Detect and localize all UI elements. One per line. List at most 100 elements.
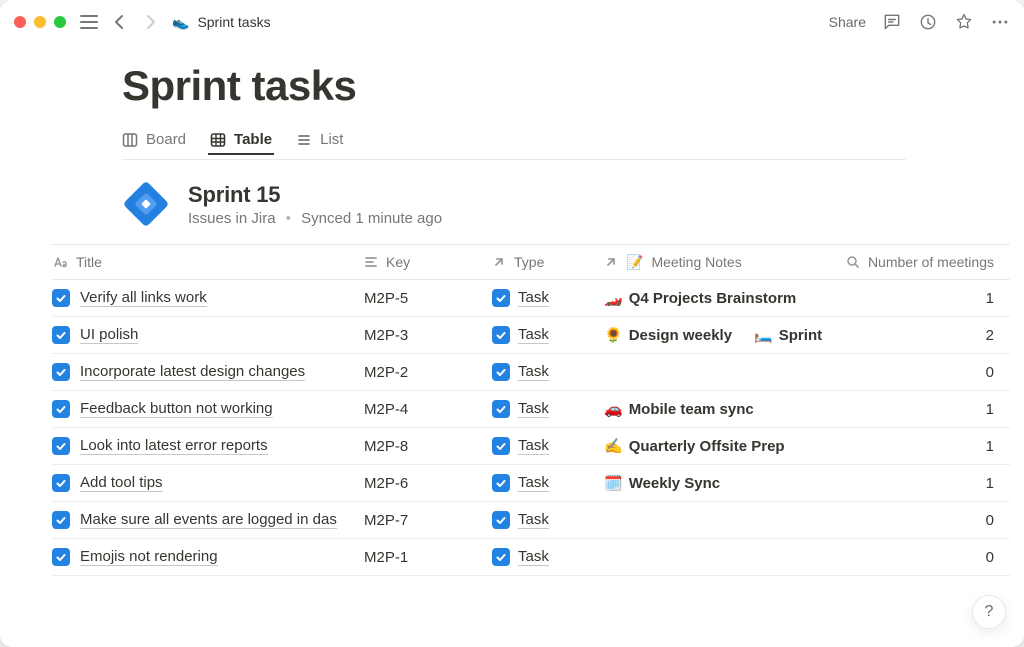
- cell-meetings: 1: [830, 475, 1000, 492]
- cell-key: M2P-6: [364, 475, 492, 492]
- cell-type: Task: [492, 437, 604, 455]
- key-text: M2P-6: [364, 475, 408, 492]
- table-row[interactable]: Feedback button not working M2P-4 Task 🚗…: [52, 391, 1010, 428]
- th-title[interactable]: Title: [52, 245, 364, 279]
- key-text: M2P-4: [364, 401, 408, 418]
- table-icon: [210, 132, 226, 148]
- th-key[interactable]: Key: [364, 245, 492, 279]
- cell-meetings: 1: [830, 290, 1000, 307]
- note-emoji-icon: 🌻: [604, 326, 623, 344]
- type-pill[interactable]: Task: [492, 289, 549, 307]
- title-text[interactable]: Look into latest error reports: [80, 437, 268, 455]
- tab-table-label: Table: [234, 131, 272, 148]
- type-pill[interactable]: Task: [492, 548, 549, 566]
- th-type[interactable]: Type: [492, 245, 604, 279]
- type-check-icon: [492, 548, 510, 566]
- table-row[interactable]: Incorporate latest design changes M2P-2 …: [52, 354, 1010, 391]
- type-pill[interactable]: Task: [492, 437, 549, 455]
- table-row[interactable]: Verify all links work M2P-5 Task 🏎️ Q4 P…: [52, 280, 1010, 317]
- type-check-icon: [492, 363, 510, 381]
- note-emoji-icon: 🛏️: [754, 326, 773, 344]
- checkbox-icon[interactable]: [52, 289, 70, 307]
- cell-key: M2P-3: [364, 327, 492, 344]
- notes-emoji-icon: 📝: [626, 254, 643, 271]
- checkbox-icon[interactable]: [52, 326, 70, 344]
- table-row[interactable]: Emojis not rendering M2P-1 Task 0: [52, 539, 1010, 576]
- cell-notes: ✍️ Quarterly Offsite Prep: [604, 437, 830, 455]
- checkbox-icon[interactable]: [52, 437, 70, 455]
- maximize-window-icon[interactable]: [54, 16, 66, 28]
- type-text: Task: [518, 326, 549, 344]
- th-notes[interactable]: 📝 Meeting Notes: [604, 245, 830, 279]
- note-text: Weekly Sync: [629, 475, 720, 492]
- cell-key: M2P-4: [364, 401, 492, 418]
- th-notes-label: Meeting Notes: [651, 254, 741, 270]
- cell-notes: 🌻 Design weekly 🛏️ Sprint: [604, 326, 830, 344]
- minimize-window-icon[interactable]: [34, 16, 46, 28]
- source-sub1: Issues in Jira: [188, 210, 276, 227]
- title-text[interactable]: UI polish: [80, 326, 138, 344]
- checkbox-icon[interactable]: [52, 548, 70, 566]
- cell-title: Make sure all events are logged in das: [52, 511, 364, 529]
- cell-meetings: 1: [830, 401, 1000, 418]
- board-icon: [122, 132, 138, 148]
- history-icon[interactable]: [918, 12, 938, 32]
- checkbox-icon[interactable]: [52, 511, 70, 529]
- title-text[interactable]: Add tool tips: [80, 474, 163, 492]
- forward-icon[interactable]: [142, 14, 158, 30]
- meetings-count: 1: [986, 401, 994, 418]
- type-pill[interactable]: Task: [492, 363, 549, 381]
- type-pill[interactable]: Task: [492, 474, 549, 492]
- help-button[interactable]: ?: [972, 595, 1006, 629]
- type-pill[interactable]: Task: [492, 326, 549, 344]
- meeting-note[interactable]: ✍️ Quarterly Offsite Prep: [604, 437, 785, 455]
- type-check-icon: [492, 437, 510, 455]
- meeting-note[interactable]: 🗓️ Weekly Sync: [604, 474, 720, 492]
- star-icon[interactable]: [954, 12, 974, 32]
- type-check-icon: [492, 326, 510, 344]
- table-row[interactable]: Add tool tips M2P-6 Task 🗓️ Weekly Sync …: [52, 465, 1010, 502]
- title-text[interactable]: Make sure all events are logged in das: [80, 511, 337, 529]
- th-meetings[interactable]: Number of meetings: [830, 245, 1000, 279]
- title-text[interactable]: Verify all links work: [80, 289, 207, 307]
- table-row[interactable]: Look into latest error reports M2P-8 Tas…: [52, 428, 1010, 465]
- more-icon[interactable]: [990, 12, 1010, 32]
- cell-key: M2P-5: [364, 290, 492, 307]
- cell-title: Look into latest error reports: [52, 437, 364, 455]
- comments-icon[interactable]: [882, 12, 902, 32]
- meeting-note[interactable]: 🚗 Mobile team sync: [604, 400, 754, 418]
- title-text[interactable]: Incorporate latest design changes: [80, 363, 305, 381]
- checkbox-icon[interactable]: [52, 363, 70, 381]
- table-row[interactable]: Make sure all events are logged in das M…: [52, 502, 1010, 539]
- cell-title: UI polish: [52, 326, 364, 344]
- lines-icon: [364, 255, 378, 269]
- cell-notes: 🚗 Mobile team sync: [604, 400, 830, 418]
- tab-table[interactable]: Table: [210, 125, 272, 154]
- share-button[interactable]: Share: [829, 14, 866, 30]
- title-text[interactable]: Emojis not rendering: [80, 548, 218, 566]
- cell-title: Add tool tips: [52, 474, 364, 492]
- type-text: Task: [518, 511, 549, 529]
- title-text[interactable]: Feedback button not working: [80, 400, 273, 418]
- table-row[interactable]: UI polish M2P-3 Task 🌻 Design weekly 🛏️ …: [52, 317, 1010, 354]
- meeting-note[interactable]: 🌻 Design weekly: [604, 326, 732, 344]
- meeting-note[interactable]: 🛏️ Sprint: [754, 326, 822, 344]
- checkbox-icon[interactable]: [52, 474, 70, 492]
- menu-icon[interactable]: [80, 15, 98, 29]
- meeting-note[interactable]: 🏎️ Q4 Projects Brainstorm: [604, 289, 796, 307]
- note-emoji-icon: ✍️: [604, 437, 623, 455]
- type-pill[interactable]: Task: [492, 511, 549, 529]
- tab-list[interactable]: List: [296, 125, 343, 154]
- topbar-right: Share: [829, 12, 1010, 32]
- cell-title: Feedback button not working: [52, 400, 364, 418]
- list-icon: [296, 132, 312, 148]
- breadcrumb[interactable]: 👟 Sprint tasks: [172, 14, 271, 31]
- checkbox-icon[interactable]: [52, 400, 70, 418]
- back-icon[interactable]: [112, 14, 128, 30]
- type-pill[interactable]: Task: [492, 400, 549, 418]
- tab-board[interactable]: Board: [122, 125, 186, 154]
- close-window-icon[interactable]: [14, 16, 26, 28]
- page-title: Sprint tasks: [122, 62, 1024, 110]
- window-controls: [14, 16, 66, 28]
- note-emoji-icon: 🏎️: [604, 289, 623, 307]
